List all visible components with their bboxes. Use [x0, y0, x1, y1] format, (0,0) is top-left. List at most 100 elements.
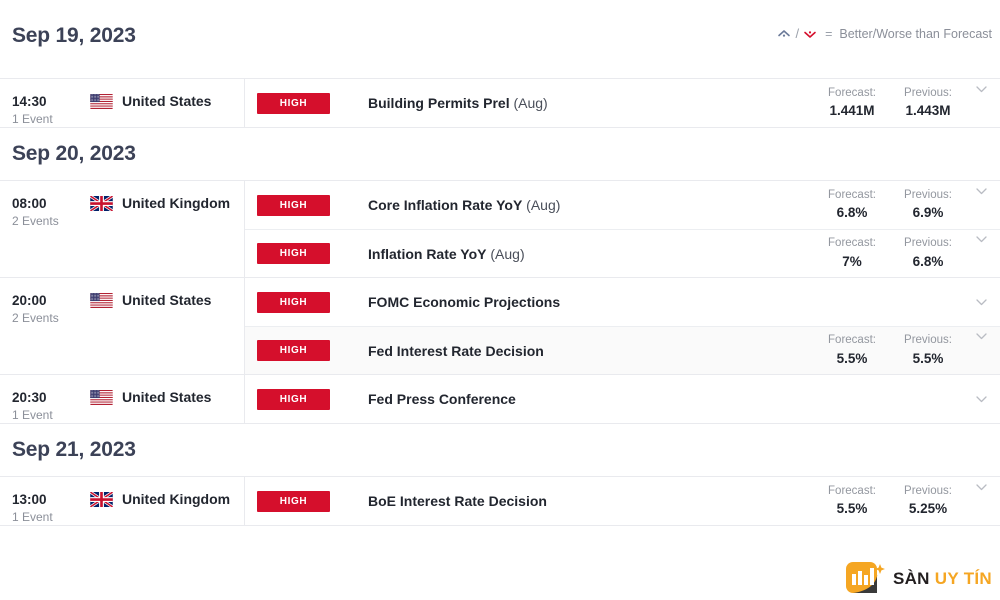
event-group: 20:30 1 Event United States HIGH Fed Press C…	[0, 375, 1000, 424]
previous-value: Previous: 6.8%	[890, 236, 966, 271]
chevron-down-icon[interactable]	[966, 298, 996, 306]
event-title[interactable]: Inflation Rate YoY (Aug)	[368, 246, 525, 262]
chevron-down-icon[interactable]	[966, 187, 996, 195]
previous-number: 6.9%	[912, 205, 944, 221]
event-title[interactable]: Fed Press Conference	[368, 391, 516, 407]
impact-badge: HIGH	[257, 490, 330, 512]
event-group: 20:00 2 Events United States HIGH FOMC Econo…	[0, 278, 1000, 375]
event-period: (Aug)	[513, 95, 548, 111]
forecast-label: Forecast:	[828, 484, 876, 497]
event-values: Forecast: 7% Previous: 6.8%	[814, 236, 1000, 271]
country: United States	[90, 292, 211, 308]
impact-badge: HIGH	[257, 92, 330, 114]
forecast-label: Forecast:	[828, 188, 876, 201]
event-row[interactable]: HIGH Fed Interest Rate Decision Forecast: 5…	[245, 326, 1000, 374]
forecast-value: Forecast: 5.5%	[814, 484, 890, 519]
event-list: HIGH FOMC Economic Projections HIGH Fed Int…	[245, 278, 1000, 374]
previous-label: Previous:	[904, 188, 952, 201]
country: United States	[90, 389, 211, 405]
event-values: Forecast: 5.5% Previous: 5.5%	[814, 333, 1000, 368]
forecast-label: Forecast:	[828, 334, 876, 347]
arrow-up-better-icon	[777, 27, 791, 41]
flag-us-icon	[90, 389, 113, 405]
flag-us-icon	[90, 292, 113, 308]
forecast-number: 5.5%	[836, 501, 868, 517]
event-title[interactable]: FOMC Economic Projections	[368, 294, 560, 310]
event-list: HIGH Building Permits Prel (Aug) Forecast:…	[245, 79, 1000, 127]
previous-number: 6.8%	[912, 253, 944, 269]
country-name: United States	[122, 93, 212, 109]
event-row[interactable]: HIGH BoE Interest Rate Decision Forecast: 5…	[245, 477, 1000, 525]
forecast-label: Forecast:	[828, 237, 876, 250]
event-values: Forecast: 1.441M Previous: 1.443M	[814, 85, 1000, 121]
event-row[interactable]: HIGH FOMC Economic Projections	[245, 278, 1000, 326]
country: United Kingdom	[90, 491, 230, 507]
impact-badge: HIGH	[257, 388, 330, 410]
legend: / = Better/Worse than Forecast	[777, 26, 992, 41]
calendar-header: Sep 19, 2023 / = Better/Worse than Forec…	[0, 0, 1000, 79]
event-row[interactable]: HIGH Core Inflation Rate YoY (Aug) Forecas…	[245, 181, 1000, 229]
event-title[interactable]: BoE Interest Rate Decision	[368, 493, 547, 509]
flag-uk-icon	[90, 195, 113, 211]
event-group: 08:00 2 Events United Kingdom HIGH Core Infl…	[0, 181, 1000, 278]
impact-badge: HIGH	[257, 291, 330, 313]
country-name: United States	[122, 389, 212, 405]
watermark-text-accent: UY TÍN	[934, 569, 992, 588]
flag-us-icon	[90, 93, 113, 109]
event-group-meta: 08:00 2 Events United Kingdom	[0, 181, 245, 277]
legend-label: Better/Worse than Forecast	[839, 26, 992, 41]
chevron-down-icon[interactable]	[966, 483, 996, 491]
chevron-down-icon[interactable]	[966, 85, 996, 93]
event-group-meta: 20:30 1 Event United States	[0, 375, 245, 423]
event-values	[814, 298, 1000, 306]
previous-number: 5.25%	[908, 501, 948, 517]
event-group-meta: 13:00 1 Event United Kingdom	[0, 477, 245, 525]
event-title[interactable]: Building Permits Prel (Aug)	[368, 95, 548, 111]
event-count: 1 Event	[12, 510, 53, 524]
event-period: (Aug)	[526, 197, 561, 213]
event-count: 1 Event	[12, 112, 53, 126]
chevron-down-icon[interactable]	[966, 395, 996, 403]
event-count: 2 Events	[12, 214, 59, 228]
forecast-number: 5.5%	[836, 350, 868, 366]
event-list: HIGH Core Inflation Rate YoY (Aug) Forecas…	[245, 181, 1000, 277]
forecast-value: Forecast: 6.8%	[814, 188, 890, 223]
event-title[interactable]: Core Inflation Rate YoY (Aug)	[368, 197, 560, 213]
page-title: Sep 19, 2023	[12, 24, 136, 47]
previous-value: Previous: 6.9%	[890, 188, 966, 223]
event-group-meta: 20:00 2 Events United States	[0, 278, 245, 374]
country: United Kingdom	[90, 195, 230, 211]
previous-number: 1.443M	[905, 103, 951, 119]
date-group-heading: Sep 21, 2023	[0, 424, 1000, 477]
event-group: 13:00 1 Event United Kingdom HIGH BoE Intere…	[0, 477, 1000, 526]
event-values: Forecast: 5.5% Previous: 5.25%	[814, 483, 1000, 519]
chevron-down-icon[interactable]	[966, 236, 996, 243]
country-name: United Kingdom	[122, 195, 231, 211]
event-period: (Aug)	[490, 245, 525, 262]
country-name: United States	[122, 292, 212, 308]
chevron-down-icon[interactable]	[966, 333, 996, 340]
event-count: 2 Events	[12, 311, 59, 325]
event-row[interactable]: HIGH Building Permits Prel (Aug) Forecast:…	[245, 79, 1000, 127]
event-list: HIGH BoE Interest Rate Decision Forecast: 5…	[245, 477, 1000, 525]
previous-label: Previous:	[904, 334, 952, 347]
economic-calendar: Sep 19, 2023 / = Better/Worse than Forec…	[0, 0, 1000, 600]
previous-value: Previous: 5.5%	[890, 333, 966, 368]
previous-label: Previous:	[904, 237, 952, 250]
event-values: Forecast: 6.8% Previous: 6.9%	[814, 187, 1000, 223]
event-list: HIGH Fed Press Conference	[245, 375, 1000, 423]
event-title[interactable]: Fed Interest Rate Decision	[368, 343, 544, 359]
event-count: 1 Event	[12, 408, 53, 422]
legend-separator: /	[795, 26, 800, 41]
legend-equals: =	[825, 26, 833, 41]
event-group: 14:30 1 Event United States HIGH Building Pe…	[0, 79, 1000, 128]
previous-label: Previous:	[904, 484, 952, 497]
impact-badge: HIGH	[257, 243, 330, 264]
event-group-meta: 14:30 1 Event United States	[0, 79, 245, 127]
forecast-number: 6.8%	[836, 205, 868, 221]
event-row[interactable]: HIGH Fed Press Conference	[245, 375, 1000, 423]
watermark-text-primary: SÀN	[892, 569, 930, 588]
event-row[interactable]: HIGH Inflation Rate YoY (Aug) Forecast: 7% P…	[245, 229, 1000, 277]
watermark-text: SÀN UY TÍN	[893, 569, 992, 589]
impact-badge: HIGH	[257, 340, 330, 361]
